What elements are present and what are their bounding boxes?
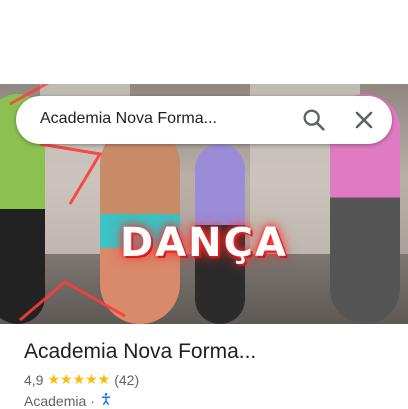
search-bar[interactable]: Academia Nova Forma...: [16, 96, 392, 144]
close-icon[interactable]: [350, 106, 378, 134]
search-icon[interactable]: [300, 106, 328, 134]
separator: ·: [90, 392, 95, 409]
search-input[interactable]: Academia Nova Forma...: [40, 110, 217, 128]
place-title[interactable]: Academia Nova Forma...: [24, 340, 394, 364]
rating-row: 4,9 ★★★★★ (42): [24, 372, 394, 388]
top-blank-area: [0, 0, 408, 84]
rating-value: 4,9: [24, 372, 44, 388]
category-row: Academia ·: [24, 392, 394, 409]
accessibility-icon: [99, 392, 113, 409]
review-count[interactable]: (42): [114, 372, 139, 388]
category-label: Academia: [24, 392, 87, 409]
hero-overlay-title: DANÇA: [120, 220, 288, 266]
place-info: Academia Nova Forma... 4,9 ★★★★★ (42) Ac…: [24, 340, 394, 409]
star-rating: ★★★★★: [47, 372, 111, 388]
